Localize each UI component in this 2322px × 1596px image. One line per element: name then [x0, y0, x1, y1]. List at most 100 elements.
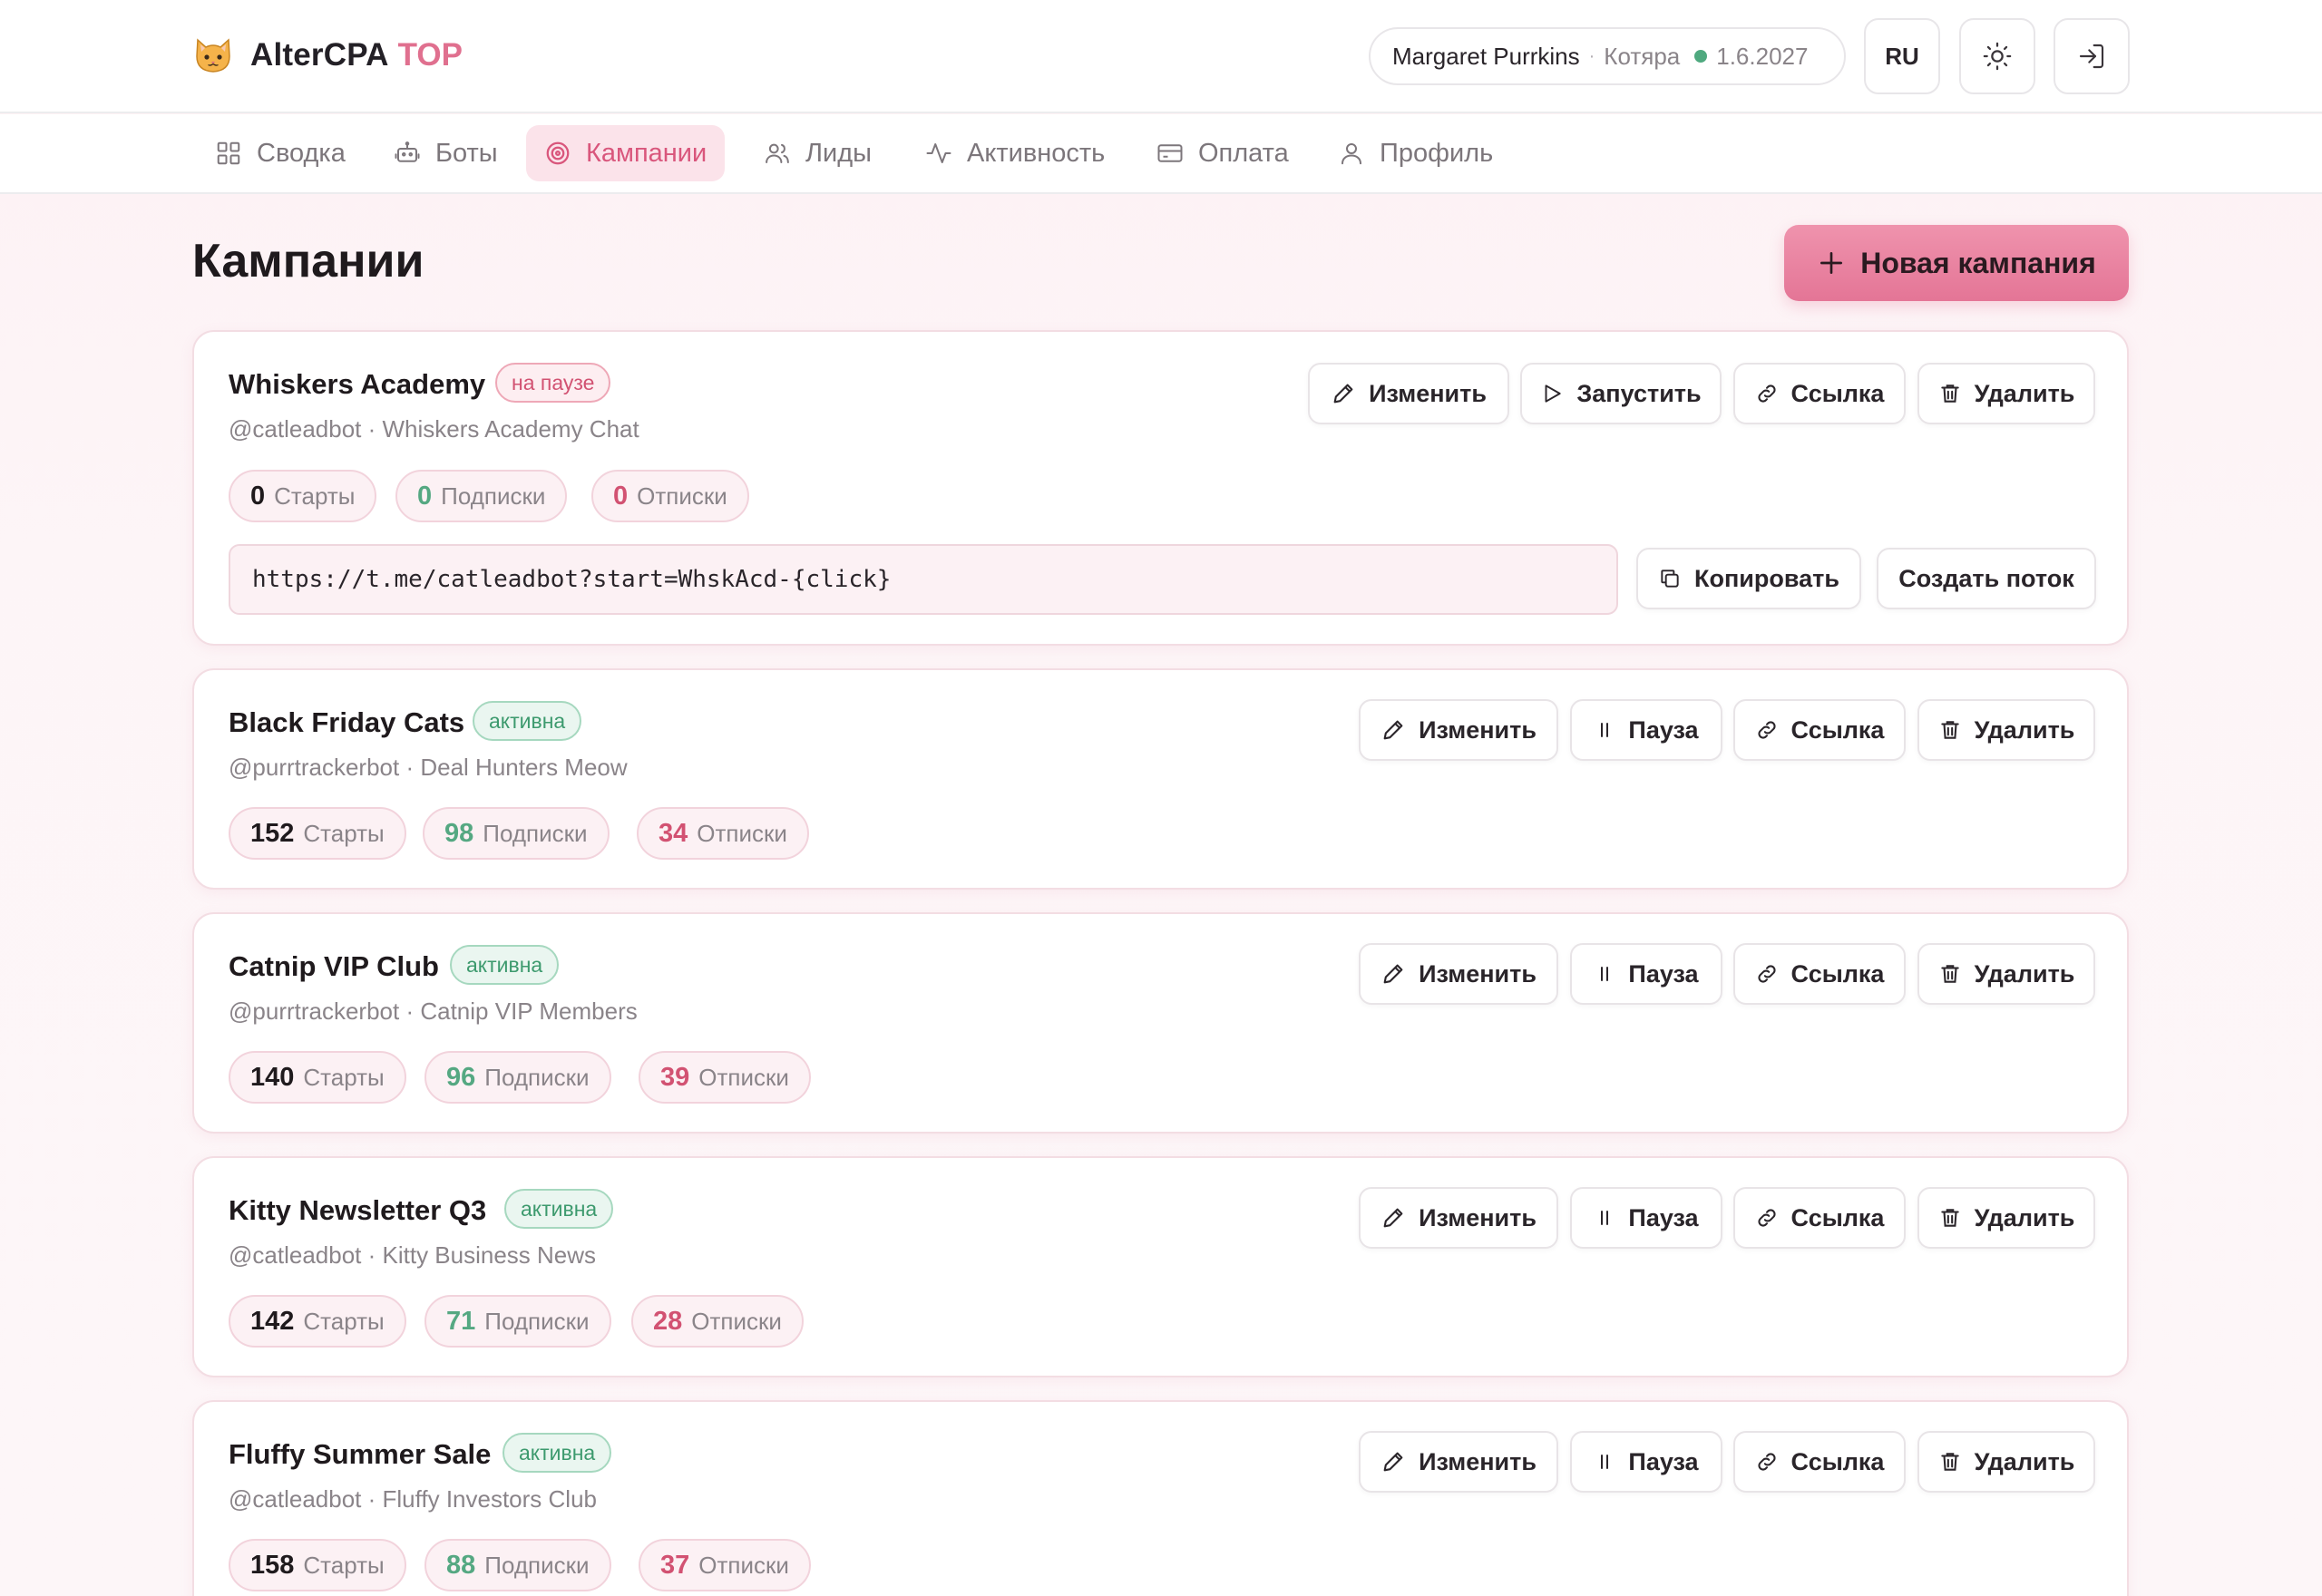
unsubs-label: Отписки: [698, 1063, 789, 1091]
delete-button[interactable]: Удалить: [1917, 363, 2095, 424]
app-name: AlterCPA: [250, 37, 389, 73]
edit-button[interactable]: Изменить: [1359, 1431, 1558, 1493]
theme-toggle-button[interactable]: [1959, 18, 2035, 94]
campaign-card: Black Friday Cats активна @purrtrackerbo…: [192, 668, 2129, 890]
subs-value: 98: [444, 818, 474, 848]
status-badge: активна: [450, 945, 560, 985]
starts-label: Старты: [303, 1551, 385, 1579]
starts-value: 152: [250, 818, 295, 848]
nav-item-dashboard[interactable]: Сводка: [197, 125, 364, 181]
campaign-channel: Deal Hunters Meow: [420, 754, 628, 781]
nav-item-campaigns[interactable]: Кампании: [526, 125, 726, 181]
campaign-name: Catnip VIP Club: [229, 950, 439, 982]
pause-button[interactable]: Пауза: [1570, 699, 1722, 761]
pencil-icon: [1333, 384, 1353, 404]
app-tier: TOP: [397, 37, 463, 73]
language-button[interactable]: RU: [1864, 18, 1940, 94]
pause-label: Пауза: [1628, 715, 1699, 744]
edit-label: Изменить: [1419, 959, 1537, 988]
starts-label: Старты: [303, 1307, 385, 1335]
grid-icon: [217, 141, 240, 165]
trash-icon: [1940, 1209, 1959, 1227]
stat-starts: 152 Старты: [229, 807, 406, 860]
pause-button[interactable]: Пауза: [1570, 1187, 1722, 1249]
activity-icon: [926, 143, 951, 163]
nav-label: Активность: [967, 138, 1106, 168]
campaign-channel: Catnip VIP Members: [420, 998, 638, 1025]
campaign-bot: @purrtrackerbot: [229, 998, 400, 1025]
pause-label: Пауза: [1628, 1447, 1699, 1475]
stat-unsubs: 39 Отписки: [639, 1051, 811, 1104]
new-campaign-label: Новая кампания: [1860, 246, 2096, 279]
nav-label: Сводка: [257, 138, 346, 168]
stat-starts: 158 Старты: [229, 1539, 406, 1591]
pencil-icon: [1383, 1452, 1403, 1472]
starts-value: 140: [250, 1062, 295, 1092]
nav-item-payment[interactable]: Оплата: [1138, 125, 1307, 181]
edit-button[interactable]: Изменить: [1308, 363, 1509, 424]
delete-button[interactable]: Удалить: [1917, 943, 2095, 1005]
edit-button[interactable]: Изменить: [1359, 1187, 1558, 1249]
trash-icon: [1940, 384, 1959, 403]
link-label: Ссылка: [1790, 959, 1885, 988]
edit-label: Изменить: [1419, 1447, 1537, 1475]
delete-button[interactable]: Удалить: [1917, 1187, 2095, 1249]
campaign-card: Catnip VIP Club активна @purrtrackerbot …: [192, 912, 2129, 1134]
unsubs-value: 39: [660, 1062, 690, 1092]
edit-button[interactable]: Изменить: [1359, 943, 1558, 1005]
new-campaign-button[interactable]: Новая кампания: [1784, 225, 2129, 301]
campaign-channel: Fluffy Investors Club: [382, 1485, 598, 1513]
trash-icon: [1940, 1453, 1959, 1471]
copy-button[interactable]: Копировать: [1636, 548, 1861, 609]
copy-label: Копировать: [1694, 564, 1839, 592]
copy-icon: [1661, 569, 1679, 588]
pencil-icon: [1383, 1208, 1403, 1228]
subscription-expiry: 1.6.2027: [1716, 42, 1809, 70]
trash-icon: [1940, 965, 1959, 983]
link-button[interactable]: Ссылка: [1733, 1431, 1906, 1493]
create-flow-button[interactable]: Создать поток: [1877, 548, 2096, 609]
edit-button[interactable]: Изменить: [1359, 699, 1558, 761]
nav-item-leads[interactable]: Лиды: [746, 125, 890, 181]
start-button[interactable]: Запустить: [1520, 363, 1722, 424]
subs-value: 96: [446, 1062, 476, 1092]
campaign-subtitle: @catleadbot · Kitty Business News: [229, 1241, 596, 1270]
link-icon: [1758, 384, 1776, 403]
link-button[interactable]: Ссылка: [1733, 1187, 1906, 1249]
subs-label: Подписки: [484, 1063, 590, 1091]
nav-item-bots[interactable]: Боты: [376, 125, 516, 181]
status-dot: [1694, 50, 1708, 63]
logout-button[interactable]: [2054, 18, 2130, 94]
user-info-pill[interactable]: Margaret Purrkins · Котяра 1.6.2027: [1369, 27, 1846, 85]
campaign-subtitle: @catleadbot · Whiskers Academy Chat: [229, 415, 639, 443]
delete-button[interactable]: Удалить: [1917, 1431, 2095, 1493]
user-icon: [1341, 143, 1361, 165]
page-title: Кампании: [192, 235, 424, 287]
create-flow-label: Создать поток: [1898, 564, 2074, 592]
link-label: Ссылка: [1790, 1447, 1885, 1475]
link-label: Ссылка: [1790, 715, 1885, 744]
subs-label: Подписки: [484, 1307, 590, 1335]
campaign-channel: Whiskers Academy Chat: [382, 415, 639, 443]
status-badge: активна: [502, 1433, 612, 1473]
link-button[interactable]: Ссылка: [1733, 363, 1906, 424]
subs-label: Подписки: [441, 482, 546, 510]
campaign-bot: @catleadbot: [229, 1485, 362, 1513]
app-logo[interactable]: AlterCPA TOP: [192, 34, 463, 76]
link-button[interactable]: Ссылка: [1733, 699, 1906, 761]
status-badge: активна: [473, 701, 582, 741]
nav-item-profile[interactable]: Профиль: [1320, 125, 1511, 181]
tracking-url-field[interactable]: https://t.me/catleadbot?start=WhskAcd-{c…: [229, 544, 1618, 615]
nav-label: Лиды: [805, 138, 872, 168]
delete-button[interactable]: Удалить: [1917, 699, 2095, 761]
user-separator: ·: [1588, 45, 1595, 66]
pause-button[interactable]: Пауза: [1570, 1431, 1722, 1493]
pause-button[interactable]: Пауза: [1570, 943, 1722, 1005]
link-button[interactable]: Ссылка: [1733, 943, 1906, 1005]
stat-unsubs: 34 Отписки: [637, 807, 809, 860]
edit-label: Изменить: [1419, 1203, 1537, 1231]
pencil-icon: [1383, 720, 1403, 740]
start-label: Запустить: [1576, 379, 1702, 407]
nav-label: Профиль: [1380, 138, 1494, 168]
nav-item-activity[interactable]: Активность: [907, 125, 1123, 181]
